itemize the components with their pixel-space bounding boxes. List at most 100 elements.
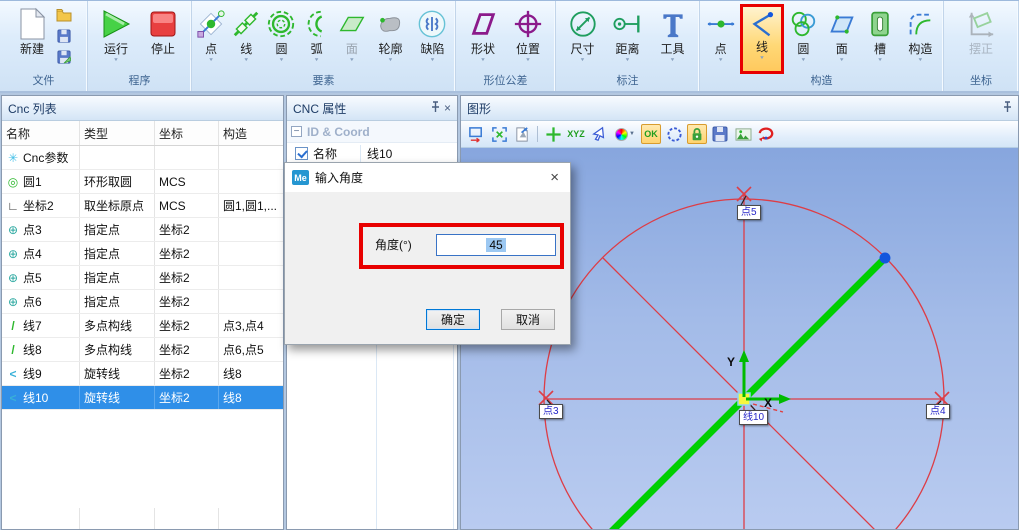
construct-circle-icon [788, 6, 818, 42]
tolerance-shape-button[interactable]: 形状 ▼ [461, 4, 505, 74]
export-image-icon [514, 126, 531, 143]
cnc-list-panel: Cnc 列表 名称 类型 坐标 构造 Cnc参数 圆1 环形取圆 MCS [1, 95, 284, 530]
row-name: 点5 [23, 269, 42, 286]
element-plane-button[interactable]: 面 ▼ [335, 4, 369, 74]
zoom-region-button[interactable] [466, 124, 486, 144]
select-arrow-button[interactable] [589, 124, 609, 144]
close-icon[interactable]: × [444, 102, 451, 114]
construct-plane-icon [827, 6, 857, 42]
close-icon[interactable]: × [547, 170, 562, 185]
cancel-button[interactable]: 取消 [501, 309, 555, 330]
table-row[interactable]: 圆1 环形取圆 MCS [2, 170, 283, 194]
table-row[interactable]: 线9 旋转线 坐标2 线8 [2, 362, 283, 386]
save-view-button[interactable] [710, 124, 730, 144]
row-name: 点4 [23, 245, 42, 262]
element-profile-button[interactable]: 轮廓 ▼ [370, 4, 411, 74]
section-id-coord[interactable]: − ID & Coord [287, 121, 457, 143]
column-header-coord[interactable]: 坐标 [155, 121, 219, 145]
construct-plane-button[interactable]: 面 ▼ [823, 4, 860, 74]
empty-table-area [2, 508, 283, 529]
dimension-button[interactable]: 尺寸 ▼ [562, 4, 604, 74]
table-row[interactable]: 线10 旋转线 坐标2 线8 [2, 386, 283, 410]
align-button[interactable]: 摆正 [959, 4, 1003, 74]
row-name: 点3 [23, 221, 42, 238]
tool-icon [659, 6, 687, 42]
run-button[interactable]: 运行 ▼ [93, 4, 139, 74]
row-name: 线9 [23, 365, 42, 382]
table-row[interactable]: 线8 多点构线 坐标2 点6,点5 [2, 338, 283, 362]
property-value[interactable]: 线10 [360, 145, 453, 162]
table-row[interactable]: 点3 指定点 坐标2 [2, 218, 283, 242]
table-row[interactable]: 点6 指定点 坐标2 [2, 290, 283, 314]
point4-label[interactable]: 点4 [926, 404, 950, 419]
construct-line-button[interactable]: 线 ▼ [740, 4, 783, 74]
dialog-title: 输入角度 [315, 169, 541, 186]
color-picker-button[interactable]: ▼ [612, 124, 638, 144]
lock-toggle-button[interactable] [687, 124, 707, 144]
stop-button[interactable]: 停止 [140, 4, 186, 74]
construct-point-button[interactable]: 点 ▼ [702, 4, 739, 74]
table-row[interactable]: 点4 指定点 坐标2 [2, 242, 283, 266]
element-arc-button[interactable]: 弧 ▼ [300, 4, 334, 74]
tool-button[interactable]: 工具 ▼ [652, 4, 694, 74]
element-line-button[interactable]: 线 ▼ [229, 4, 263, 74]
shape-tolerance-icon [468, 6, 498, 42]
panel-title: 图形 [467, 100, 999, 117]
element-point-button[interactable]: 点 ▼ [194, 4, 228, 74]
green-cross-icon [545, 126, 562, 143]
table-row[interactable]: 线7 多点构线 坐标2 点3,点4 [2, 314, 283, 338]
open-folder-button[interactable] [55, 6, 73, 24]
graphics-toolbar: XYZ ▼ OK [461, 121, 1018, 148]
angle-input[interactable]: 45 [436, 234, 556, 256]
ok-toggle-button[interactable]: OK [641, 124, 661, 144]
app-icon: Me [292, 170, 309, 185]
fit-view-button[interactable] [489, 124, 509, 144]
line10-label[interactable]: 线10 [739, 410, 768, 425]
row-type: 多点构线 [80, 314, 155, 337]
pin-icon[interactable] [1003, 101, 1012, 115]
table-row[interactable]: 坐标2 取坐标原点 MCS 圆1,圆1,... [2, 194, 283, 218]
chevron-down-icon: ▼ [278, 57, 284, 63]
collapse-icon[interactable]: − [291, 126, 302, 137]
dashed-circle-button[interactable] [664, 124, 684, 144]
point5-label[interactable]: 点5 [737, 205, 761, 220]
element-defect-button[interactable]: 缺陷 ▼ [412, 4, 453, 74]
table-row[interactable]: Cnc参数 [2, 146, 283, 170]
properties-header: CNC 属性 × [287, 96, 457, 121]
rotate-view-button[interactable] [756, 124, 776, 144]
save-button[interactable] [55, 27, 73, 45]
checkbox-checked-icon[interactable] [295, 147, 308, 160]
file-mini-buttons [53, 4, 75, 74]
scene-button[interactable] [733, 124, 753, 144]
crosshair-button[interactable] [543, 124, 563, 144]
ok-button[interactable]: 确定 [426, 309, 480, 330]
xyz-axes-button[interactable]: XYZ [566, 124, 586, 144]
row-type-icon [6, 271, 20, 285]
save-as-button[interactable] [55, 48, 73, 66]
row-coord: 坐标2 [155, 386, 219, 409]
zoom-region-icon [468, 126, 485, 143]
column-header-name[interactable]: 名称 [2, 121, 80, 145]
export-image-button[interactable] [512, 124, 532, 144]
ribbon-group-tolerance: 形状 ▼ 位置 ▼ 形位公差 [456, 1, 556, 91]
distance-button[interactable]: 距离 ▼ [605, 4, 651, 74]
tolerance-position-button[interactable]: 位置 ▼ [506, 4, 550, 74]
row-coord: MCS [155, 170, 219, 193]
stop-icon [149, 6, 177, 42]
ribbon-group-coordinate: 摆正 坐标 [944, 1, 1019, 91]
construct-circle-button[interactable]: 圆 ▼ [785, 4, 822, 74]
row-type [80, 146, 155, 169]
construct-construct-button[interactable]: 构造 ▼ [900, 4, 941, 74]
dialog-titlebar[interactable]: Me 输入角度 × [285, 163, 570, 192]
element-circle-button[interactable]: 圆 ▼ [264, 4, 298, 74]
new-file-button[interactable]: 新建 [12, 4, 52, 74]
row-coord [155, 146, 219, 169]
row-type: 指定点 [80, 266, 155, 289]
construct-slot-button[interactable]: 槽 ▼ [861, 4, 898, 74]
column-header-construct[interactable]: 构造 [219, 121, 283, 145]
pin-icon[interactable] [431, 101, 440, 115]
column-header-type[interactable]: 类型 [80, 121, 155, 145]
table-row[interactable]: 点5 指定点 坐标2 [2, 266, 283, 290]
point3-label[interactable]: 点3 [539, 404, 563, 419]
construct-slot-icon [866, 6, 894, 42]
